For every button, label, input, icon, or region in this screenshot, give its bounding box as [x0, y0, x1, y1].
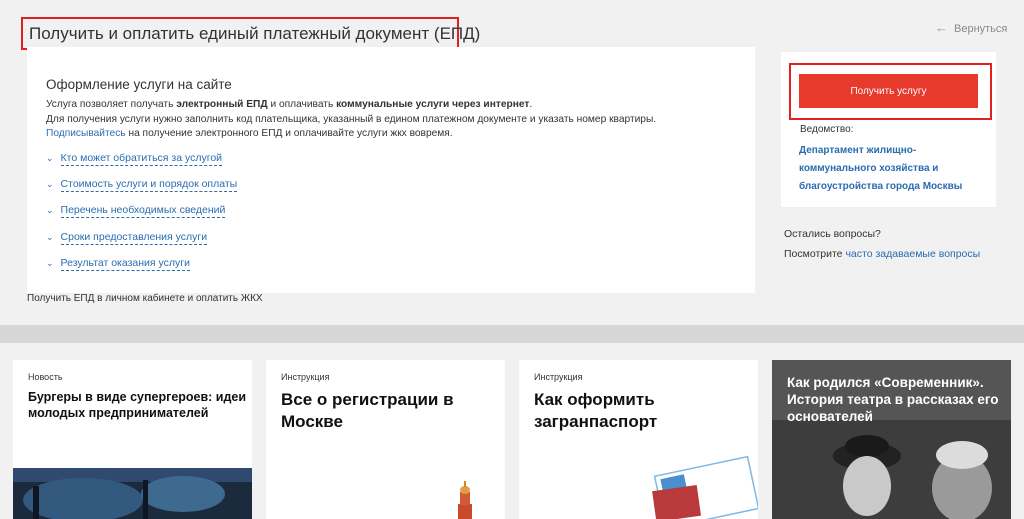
accordion-label: Стоимость услуги и порядок оплаты [60, 178, 238, 192]
chevron-down-icon: ⌄ [46, 179, 54, 189]
accordion-item-cost[interactable]: ⌄ Стоимость услуги и порядок оплаты [46, 178, 238, 192]
description-line-1: Услуга позволяет получать электронный ЕП… [46, 98, 746, 113]
questions-label: Остались вопросы? [784, 228, 881, 240]
page-title-highlight: Получить и оплатить единый платежный док… [21, 17, 480, 50]
desc-bold: электронный ЕПД [176, 99, 268, 110]
back-link[interactable]: ← Вернуться [935, 20, 1007, 35]
section-title: Оформление услуги на сайте [46, 77, 232, 92]
desc-text: на получение электронного ЕПД и оплачива… [125, 128, 453, 139]
faq-prefix: Посмотрите [784, 248, 846, 260]
news-card[interactable]: Инструкция Как оформить загранпаспорт [519, 360, 758, 519]
faq-link[interactable]: часто задаваемые вопросы [845, 248, 980, 260]
service-info-card: Оформление услуги на сайте Услуга позвол… [27, 47, 755, 293]
accordion-label: Сроки предоставления услуги [60, 231, 208, 245]
desc-text: . [529, 99, 533, 110]
get-service-button[interactable]: Получить услугу [799, 74, 978, 108]
chevron-down-icon: ⌄ [46, 258, 54, 268]
department-label: Ведомство: [800, 124, 854, 135]
faq-line: Посмотрите часто задаваемые вопросы [784, 248, 980, 260]
news-image [458, 481, 472, 519]
page-title: Получить и оплатить единый платежный док… [29, 24, 481, 43]
news-image [652, 455, 758, 519]
accordion-item-required-info[interactable]: ⌄ Перечень необходимых сведений [46, 204, 226, 218]
news-card[interactable]: Инструкция Все о регистрации в Москве [266, 360, 505, 519]
desc-text: и оплачивать [267, 99, 337, 110]
accordion-label: Результат оказания услуги [60, 257, 190, 271]
back-label: Вернуться [954, 23, 1008, 35]
description-line-3: Подписывайтесь на получение электронного… [46, 127, 746, 142]
accordion-item-deadlines[interactable]: ⌄ Сроки предоставления услуги [46, 231, 208, 245]
accordion-item-result[interactable]: ⌄ Результат оказания услуги [46, 257, 190, 271]
page-caption: Получить ЕПД в личном кабинете и оплатит… [27, 293, 263, 304]
chevron-down-icon: ⌄ [46, 205, 54, 215]
accordion-label: Перечень необходимых сведений [60, 204, 226, 218]
chevron-down-icon: ⌄ [46, 153, 54, 163]
news-title: Как родился «Современник». История театр… [787, 375, 999, 424]
chevron-down-icon: ⌄ [46, 232, 54, 242]
department-link[interactable]: Департамент жилищно-коммунального хозяйс… [799, 142, 989, 196]
desc-bold: коммунальные услуги через интернет [336, 99, 530, 110]
description-line-2: Для получения услуги нужно заполнить код… [46, 113, 657, 125]
accordion-label: Кто может обратиться за услугой [60, 152, 223, 166]
news-image [13, 468, 252, 519]
accordion-item-who[interactable]: ⌄ Кто может обратиться за услугой [46, 152, 223, 166]
desc-text: Услуга позволяет получать [46, 99, 177, 110]
news-card[interactable]: Новость Бургеры в виде супергероев: идеи… [13, 360, 252, 519]
news-card-featured[interactable]: Как родился «Современник». История театр… [772, 360, 1011, 519]
subscribe-link[interactable]: Подписывайтесь [46, 128, 126, 139]
arrow-left-icon: ← [935, 20, 948, 35]
service-description: Услуга позволяет получать электронный ЕП… [46, 98, 746, 142]
